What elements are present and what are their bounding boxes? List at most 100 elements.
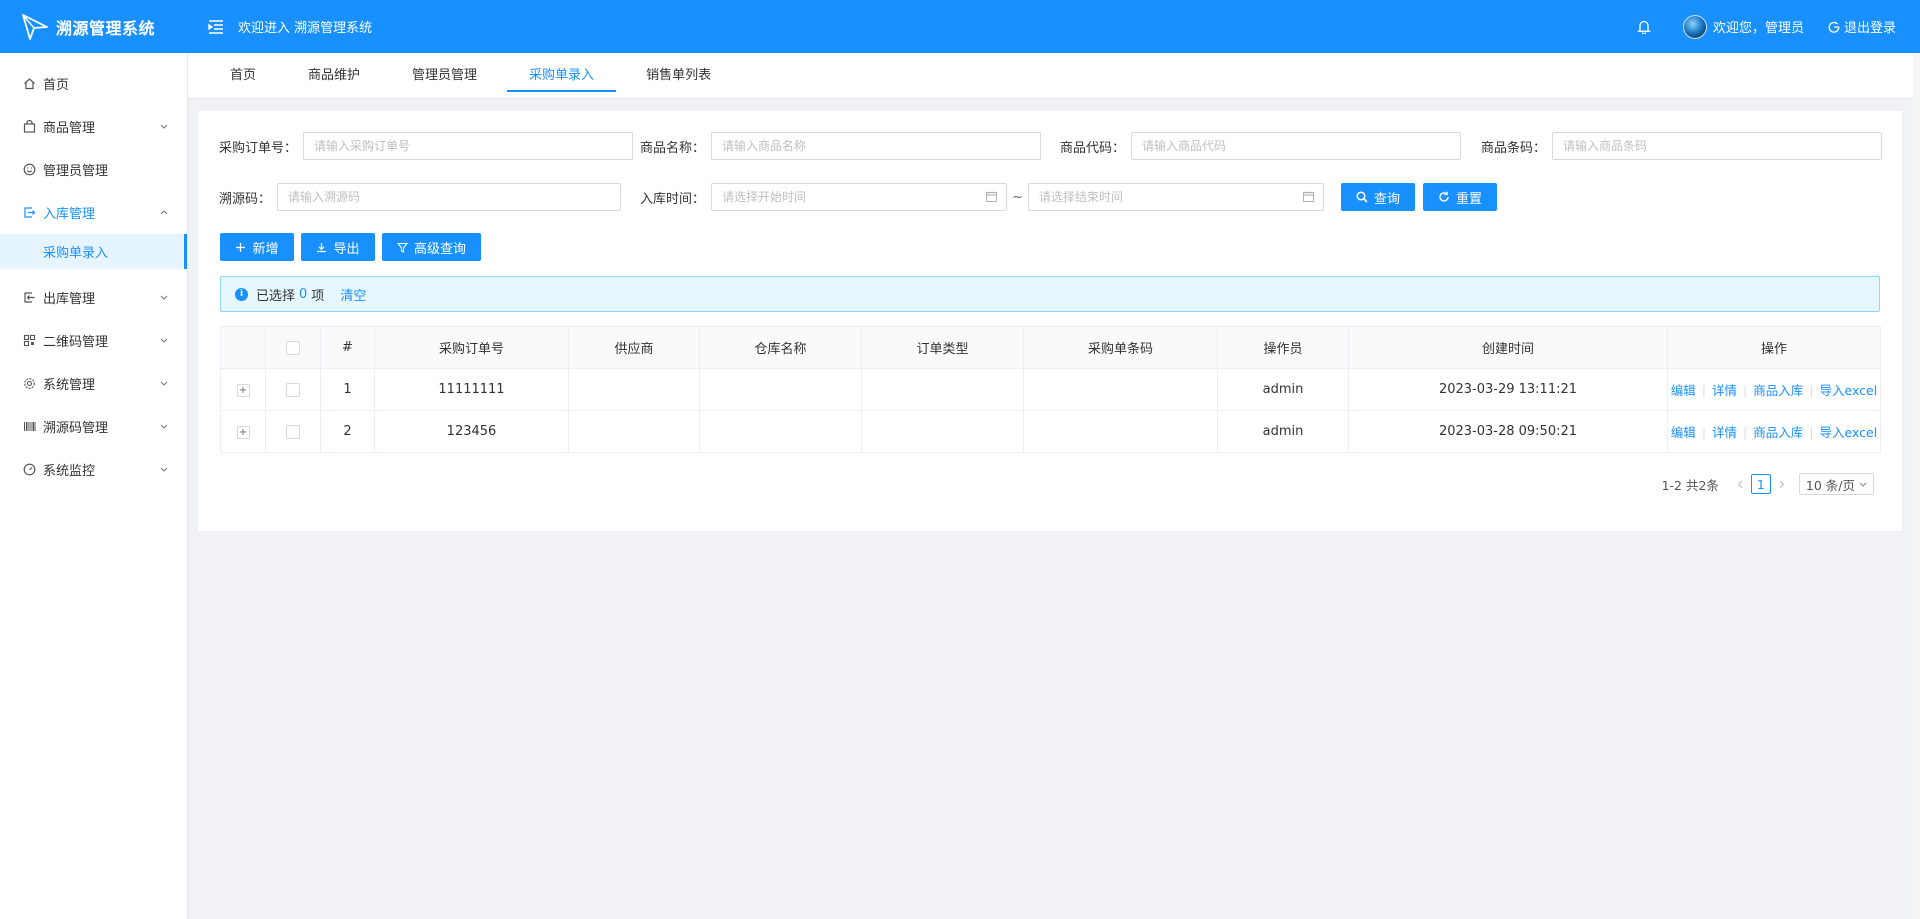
tab-admin-management[interactable]: 管理员管理: [390, 53, 499, 99]
reset-button[interactable]: 重置: [1423, 183, 1497, 211]
download-icon: [317, 242, 327, 252]
chevron-down-icon: [1859, 482, 1867, 487]
detail-link[interactable]: 详情: [1712, 383, 1737, 398]
page-size-select[interactable]: 10 条/页: [1798, 473, 1874, 495]
actions-cell: 编辑 | 详情 | 商品入库 | 导入excel: [1667, 410, 1881, 453]
row-checkbox[interactable]: [286, 424, 300, 439]
stock-in-link[interactable]: 商品入库: [1753, 425, 1803, 440]
sidebar-item-label: 采购单录入: [43, 246, 109, 261]
sidebar-item-admins[interactable]: 管理员管理: [0, 148, 187, 191]
menu-collapse-icon[interactable]: [206, 17, 226, 37]
query-button[interactable]: 查询: [1341, 183, 1415, 211]
filter-product-name: 商品名称：: [640, 132, 1042, 160]
sidebar-item-tracecode[interactable]: 溯源码管理: [0, 405, 187, 448]
avatar: [1682, 14, 1707, 39]
page-size-label: 10 条/页: [1805, 477, 1855, 493]
chevron-down-icon: [159, 336, 169, 346]
clear-selection-link[interactable]: 清空: [340, 285, 366, 304]
expand-row-icon[interactable]: +: [236, 384, 250, 397]
sidebar-item-inbound[interactable]: 入库管理: [0, 191, 187, 234]
prev-page-icon[interactable]: [1733, 474, 1747, 494]
sidebar-item-label: 入库管理: [43, 207, 96, 222]
column-header[interactable]: 创建时间: [1348, 326, 1668, 369]
filter-label: 溯源码：: [219, 191, 272, 207]
sidebar-item-outbound[interactable]: 出库管理: [0, 276, 187, 319]
sidebar-item-qrcode[interactable]: 二维码管理: [0, 319, 187, 362]
tab-home[interactable]: 首页: [208, 53, 278, 99]
filter-label: 商品代码：: [1060, 140, 1126, 156]
order-type-cell: [861, 410, 1024, 453]
stock-in-link[interactable]: 商品入库: [1753, 383, 1803, 398]
chevron-down-icon: [159, 293, 169, 303]
tab-product-maintenance[interactable]: 商品维护: [286, 53, 382, 99]
page-number-current[interactable]: 1: [1750, 474, 1771, 494]
filter-icon: [396, 242, 408, 253]
scrollbar-track[interactable]: [1913, 53, 1920, 919]
refresh-icon: [1439, 191, 1449, 202]
column-header[interactable]: 采购单条码: [1023, 326, 1218, 369]
import-excel-link[interactable]: 导入excel: [1820, 383, 1878, 398]
next-page-icon[interactable]: [1775, 474, 1789, 494]
tab-sales-list[interactable]: 销售单列表: [624, 53, 733, 99]
dashboard-icon: [22, 463, 36, 477]
logout-label: 退出登录: [1843, 21, 1896, 36]
end-date-picker[interactable]: [1027, 183, 1324, 211]
column-header[interactable]: 采购订单号: [374, 326, 569, 369]
chevron-up-icon: [159, 208, 169, 218]
sidebar-item-products[interactable]: 商品管理: [0, 105, 187, 148]
expand-row-icon[interactable]: +: [236, 426, 250, 439]
calendar-icon: [1302, 191, 1314, 202]
row-checkbox[interactable]: [286, 382, 300, 397]
selection-count: 0: [299, 286, 308, 302]
select-all-cell: [265, 326, 321, 369]
column-header[interactable]: 订单类型: [861, 326, 1024, 369]
column-header[interactable]: 供应商: [568, 326, 700, 369]
trace-code-input[interactable]: [277, 183, 622, 211]
export-button[interactable]: 导出: [301, 233, 375, 261]
home-icon: [22, 77, 36, 91]
product-code-input[interactable]: [1131, 132, 1462, 160]
sidebar-item-label: 溯源码管理: [43, 421, 109, 436]
sidebar-item-system[interactable]: 系统管理: [0, 362, 187, 405]
end-date-input[interactable]: [1027, 183, 1324, 211]
start-date-picker[interactable]: [711, 183, 1008, 211]
page-tabs: 首页 商品维护 管理员管理 采购单录入 销售单列表: [188, 53, 1913, 99]
sidebar-item-home[interactable]: 首页: [0, 62, 187, 105]
edit-link[interactable]: 编辑: [1671, 383, 1696, 398]
logout-button[interactable]: 退出登录: [1828, 17, 1896, 36]
plus-icon: [236, 242, 246, 252]
calendar-icon: [986, 191, 997, 202]
filter-label: 入库时间：: [640, 191, 706, 207]
bell-icon[interactable]: [1635, 18, 1653, 36]
product-barcode-input[interactable]: [1552, 132, 1883, 160]
select-all-checkbox[interactable]: [286, 340, 300, 355]
row-index: 1: [320, 368, 375, 411]
add-button[interactable]: 新增: [220, 233, 294, 261]
query-button-label: 查询: [1373, 191, 1400, 207]
tab-purchase-entry[interactable]: 采购单录入: [507, 53, 617, 99]
product-name-input[interactable]: [711, 132, 1042, 160]
filter-in-time: 入库时间： ~: [640, 183, 1324, 211]
edit-link[interactable]: 编辑: [1671, 425, 1696, 440]
sidebar: 首页 商品管理 管理员管理 入库管理 采购单录入 出库管理 二维码管理 系统管理…: [0, 53, 188, 919]
column-header[interactable]: 操作员: [1217, 326, 1349, 369]
advanced-query-button[interactable]: 高级查询: [382, 233, 481, 261]
barcode-icon: [22, 420, 36, 434]
start-date-input[interactable]: [711, 183, 1008, 211]
logout-icon: [1828, 21, 1840, 33]
sidebar-subitem-purchase-entry[interactable]: 采购单录入: [0, 234, 187, 269]
reset-button-label: 重置: [1455, 191, 1482, 207]
import-excel-link[interactable]: 导入excel: [1820, 425, 1878, 440]
filter-label: 商品名称：: [640, 140, 706, 156]
column-header[interactable]: 仓库名称: [699, 326, 862, 369]
user-menu[interactable]: 欢迎您，管理员: [1682, 14, 1804, 39]
created-time-cell: 2023-03-28 09:50:21: [1348, 410, 1668, 453]
purchase-order-table: # 采购订单号 供应商 仓库名称 订单类型 采购单条码 操作员 创建时间 操作 …: [220, 326, 1881, 453]
order-no-input[interactable]: [303, 132, 634, 160]
sidebar-item-monitor[interactable]: 系统监控: [0, 448, 187, 491]
detail-link[interactable]: 详情: [1712, 425, 1737, 440]
order-no-cell: 123456: [374, 410, 569, 453]
sidebar-item-label: 二维码管理: [43, 335, 109, 350]
filter-trace-code: 溯源码：: [219, 183, 622, 211]
table-row: + 1 11111111 admin 2023-03-29 13:11:21 编…: [220, 368, 1881, 411]
